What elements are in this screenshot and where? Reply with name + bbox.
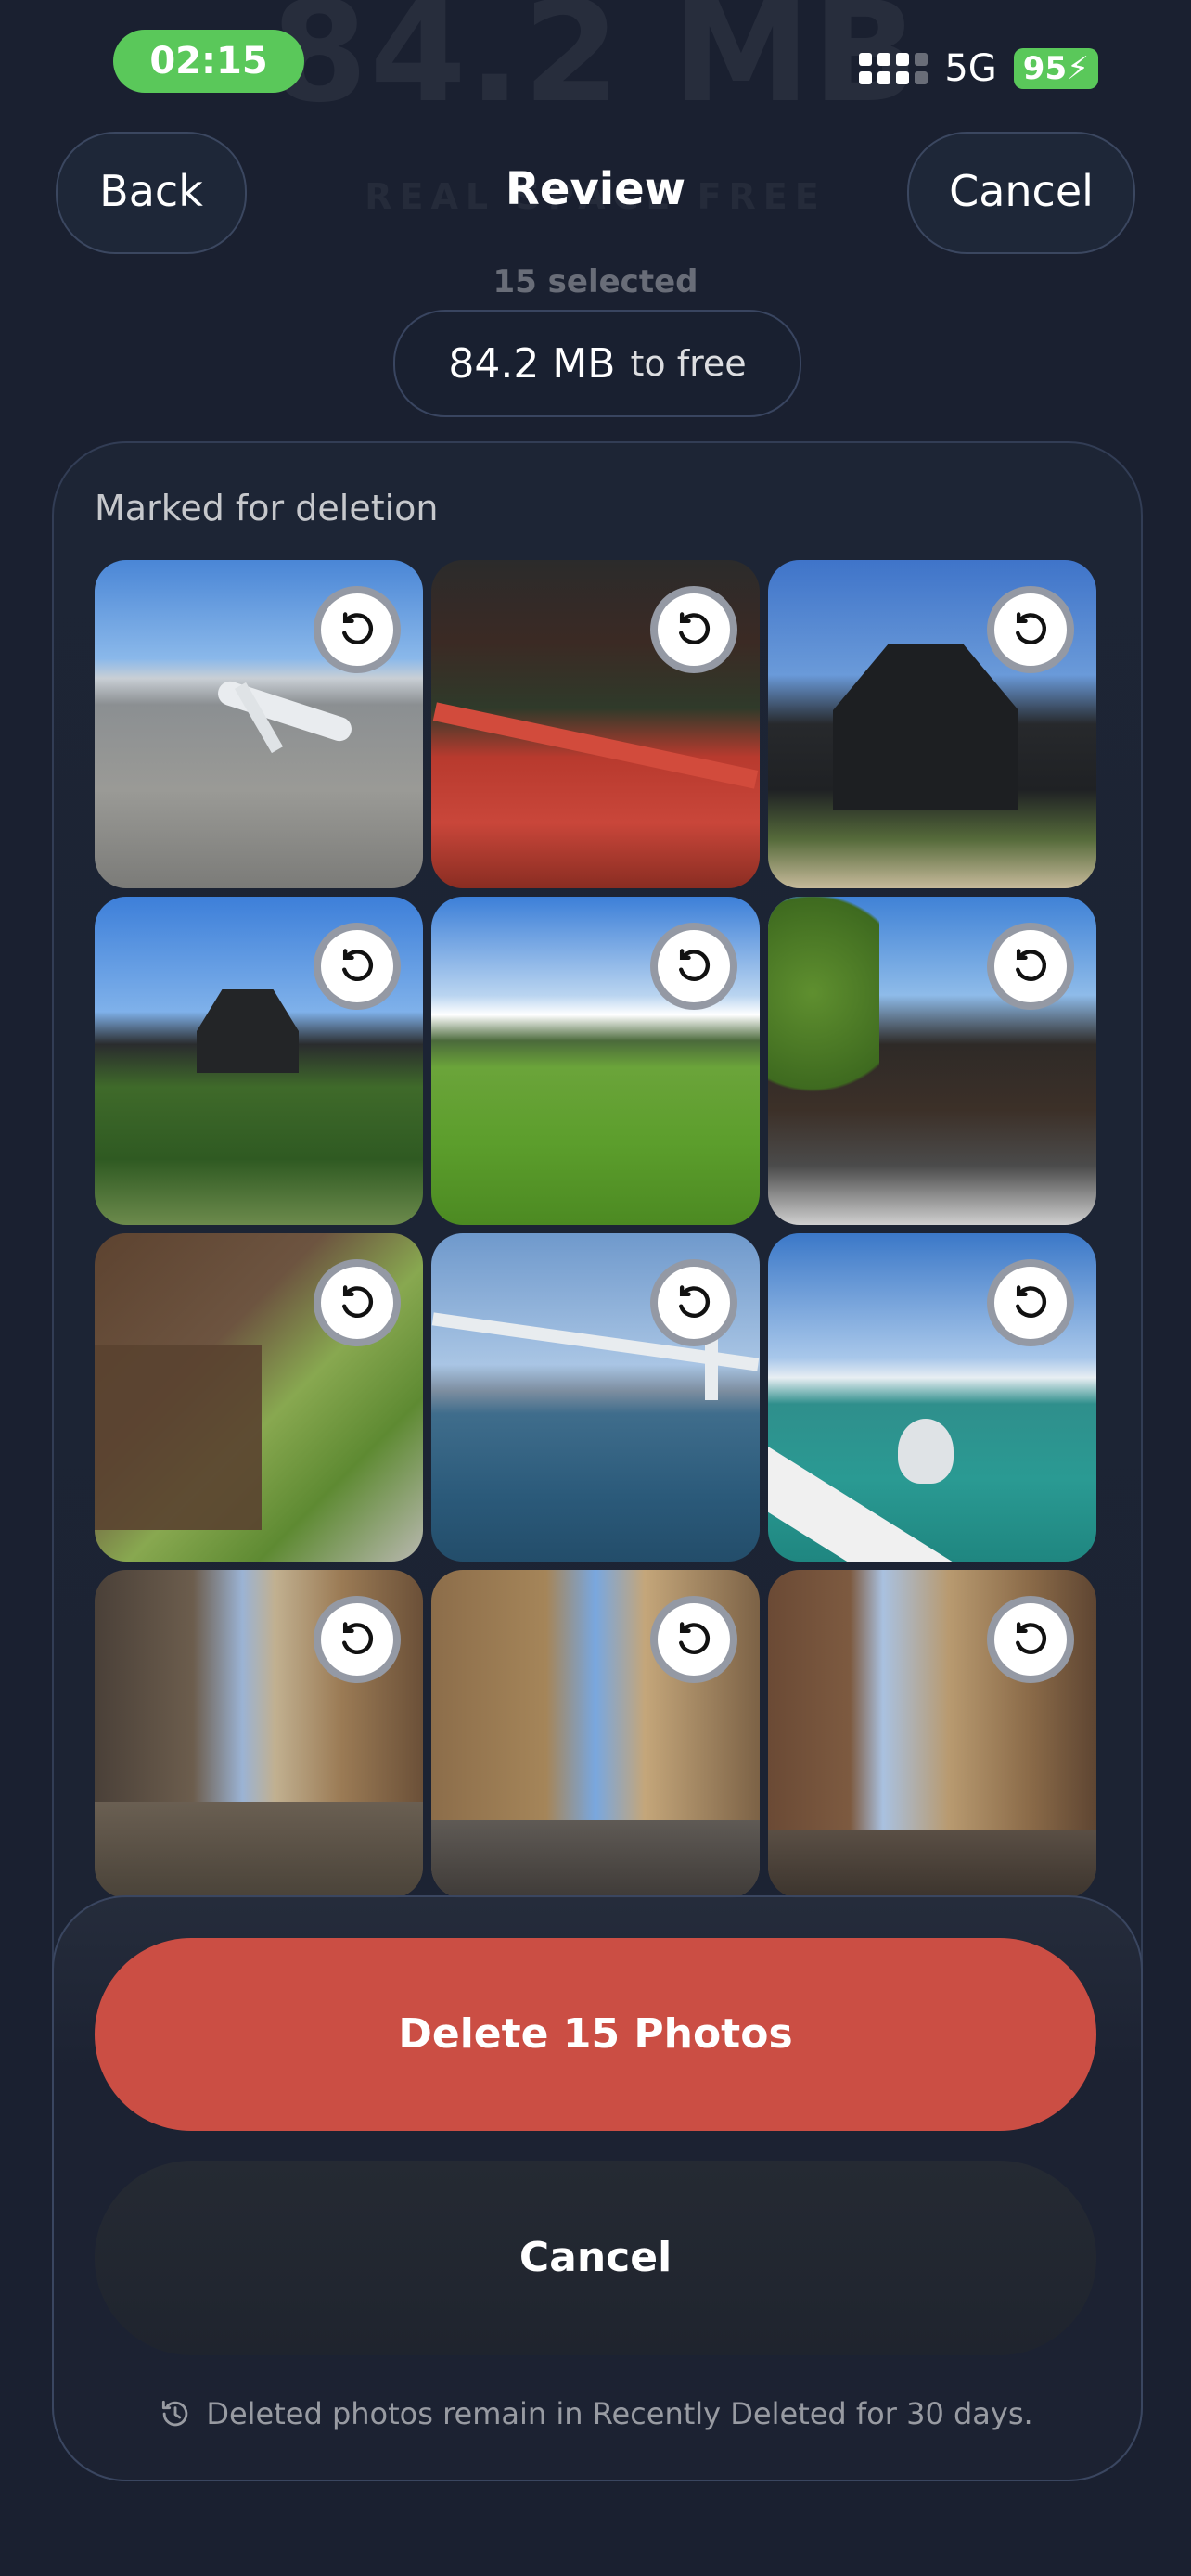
photo-grid: [95, 560, 1096, 1898]
photo-tile[interactable]: [95, 1570, 423, 1898]
undo-icon: [679, 949, 711, 981]
undo-icon: [1016, 949, 1047, 981]
restore-button[interactable]: [314, 1596, 401, 1683]
undo-icon: [342, 612, 374, 644]
size-to-free-badge: 84.2 MB to free: [393, 310, 801, 417]
photo-tile[interactable]: [768, 897, 1096, 1225]
restore-button[interactable]: [987, 923, 1074, 1010]
restore-button[interactable]: [987, 1596, 1074, 1683]
footer-text: Deleted photos remain in Recently Delete…: [206, 2396, 1033, 2431]
cancel-button[interactable]: Cancel: [95, 2161, 1096, 2355]
restore-button[interactable]: [650, 1259, 737, 1346]
photo-tile[interactable]: [95, 897, 423, 1225]
history-icon: [162, 2400, 188, 2427]
undo-icon: [1016, 1622, 1047, 1654]
restore-button[interactable]: [987, 586, 1074, 673]
battery-level: 95: [1022, 50, 1068, 87]
photo-tile[interactable]: [768, 560, 1096, 888]
restore-button[interactable]: [987, 1259, 1074, 1346]
restore-button[interactable]: [314, 586, 401, 673]
size-value: 84.2 MB: [448, 339, 616, 388]
undo-icon: [342, 949, 374, 981]
signal-icon: [859, 53, 928, 84]
photo-tile[interactable]: [95, 1233, 423, 1562]
photo-tile[interactable]: [768, 1570, 1096, 1898]
photo-tile[interactable]: [431, 1570, 760, 1898]
photo-tile[interactable]: [431, 897, 760, 1225]
cancel-nav-button[interactable]: Cancel: [907, 132, 1135, 254]
status-time: 02:15: [113, 30, 304, 93]
network-label: 5G: [944, 47, 997, 90]
undo-icon: [342, 1622, 374, 1654]
undo-icon: [679, 1622, 711, 1654]
undo-icon: [679, 1285, 711, 1318]
footer-note: Deleted photos remain in Recently Delete…: [0, 2396, 1191, 2431]
undo-icon: [679, 612, 711, 644]
photo-tile[interactable]: [431, 1233, 760, 1562]
status-indicators: 5G 95⚡: [859, 41, 1098, 96]
photo-tile[interactable]: [95, 560, 423, 888]
delete-photos-button[interactable]: Delete 15 Photos: [95, 1938, 1096, 2131]
restore-button[interactable]: [314, 1259, 401, 1346]
size-suffix: to free: [630, 343, 747, 384]
battery-icon: 95⚡: [1013, 48, 1098, 89]
restore-button[interactable]: [650, 1596, 737, 1683]
undo-icon: [1016, 1285, 1047, 1318]
photo-tile[interactable]: [768, 1233, 1096, 1562]
undo-icon: [1016, 612, 1047, 644]
restore-button[interactable]: [650, 923, 737, 1010]
photo-tile[interactable]: [431, 560, 760, 888]
selected-count: 15 selected: [493, 263, 698, 300]
restore-button[interactable]: [650, 586, 737, 673]
restore-button[interactable]: [314, 923, 401, 1010]
section-label: Marked for deletion: [95, 488, 439, 529]
undo-icon: [342, 1285, 374, 1318]
